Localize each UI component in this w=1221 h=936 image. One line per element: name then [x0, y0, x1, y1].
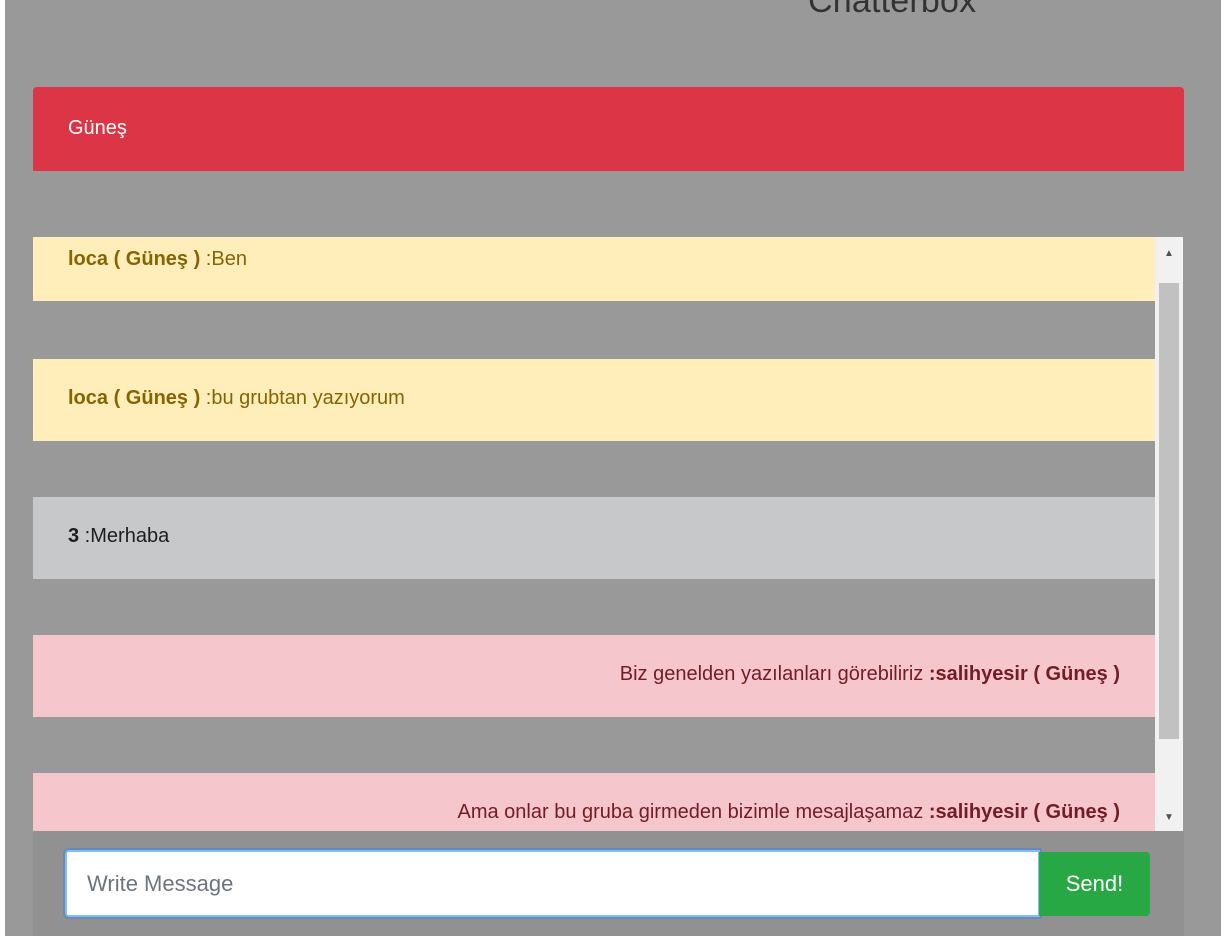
- message-list[interactable]: loca ( Güneş ) :Ben loca ( Güneş ) :bu g…: [33, 237, 1184, 831]
- message-separator: :: [200, 248, 212, 270]
- message-input[interactable]: [65, 850, 1040, 917]
- window-edge: [0, 0, 5, 936]
- message-line: Biz genelden yazılanları görebiliriz :sa…: [620, 663, 1120, 686]
- message-item: Biz genelden yazılanları görebiliriz :sa…: [33, 635, 1155, 717]
- message-separator: :: [200, 387, 212, 409]
- group-title: Güneş: [68, 117, 127, 139]
- group-header: Güneş: [33, 87, 1184, 171]
- message-sender: loca ( Güneş ): [68, 387, 201, 409]
- message-line: loca ( Güneş ) :bu grubtan yazıyorum: [68, 387, 405, 410]
- message-text: bu grubtan yazıyorum: [211, 387, 405, 409]
- app-title: Chatterbox: [808, 0, 977, 20]
- message-line: Ama onlar bu gruba girmeden bizimle mesa…: [458, 801, 1121, 824]
- message-sender: 3: [68, 525, 80, 547]
- message-sender: :salihyesir ( Güneş ): [928, 801, 1120, 823]
- message-text: Biz genelden yazılanları görebiliriz: [619, 663, 929, 685]
- message-line: 3 :Merhaba: [68, 525, 169, 548]
- message-sender: loca ( Güneş ): [68, 248, 201, 270]
- message-text: Ben: [211, 248, 247, 270]
- message-item: 3 :Merhaba: [33, 497, 1155, 579]
- message-composer: Send!: [33, 831, 1184, 936]
- message-scrollbar[interactable]: ▲ ▼: [1155, 237, 1183, 831]
- message-sender: :salihyesir ( Güneş ): [928, 663, 1120, 685]
- triangle-up-icon[interactable]: ▲: [1155, 241, 1183, 267]
- scroll-thumb[interactable]: [1159, 283, 1179, 739]
- message-separator: :: [79, 525, 91, 547]
- send-button[interactable]: Send!: [1039, 852, 1150, 916]
- message-text: Merhaba: [90, 525, 170, 547]
- message-line: loca ( Güneş ) :Ben: [68, 248, 247, 271]
- triangle-down-icon[interactable]: ▼: [1155, 805, 1183, 831]
- chat-page: Chatterbox Güneş loca ( Güneş ) :Ben loc…: [0, 0, 1221, 936]
- message-item: Ama onlar bu gruba girmeden bizimle mesa…: [33, 773, 1155, 831]
- message-text: Ama onlar bu gruba girmeden bizimle mesa…: [457, 801, 929, 823]
- message-item: loca ( Güneş ) :bu grubtan yazıyorum: [33, 359, 1155, 441]
- message-item: loca ( Güneş ) :Ben: [33, 237, 1155, 301]
